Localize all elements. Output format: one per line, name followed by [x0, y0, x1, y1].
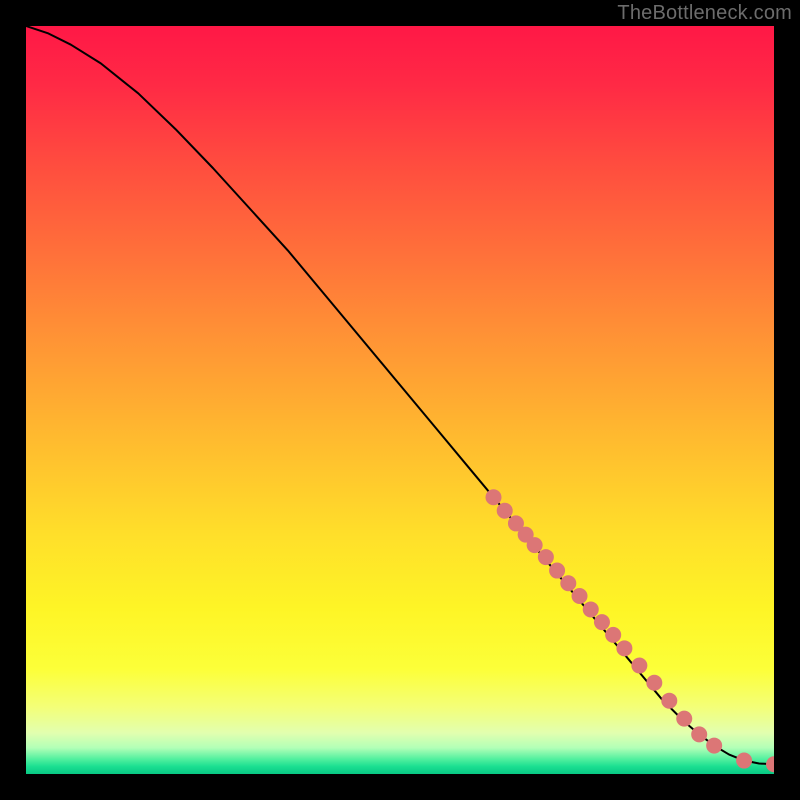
plot-area: [26, 26, 774, 774]
marker-point: [486, 489, 502, 505]
marker-point: [594, 614, 610, 630]
marker-point: [676, 711, 692, 727]
marker-point: [527, 537, 543, 553]
marker-point: [605, 627, 621, 643]
marker-point: [549, 563, 565, 579]
marker-point: [538, 549, 554, 565]
marker-point: [646, 675, 662, 691]
marker-point: [583, 601, 599, 617]
marker-point: [616, 640, 632, 656]
chart-frame: TheBottleneck.com: [0, 0, 800, 800]
marker-point: [572, 588, 588, 604]
watermark-label: TheBottleneck.com: [617, 2, 792, 25]
marker-point: [560, 575, 576, 591]
gradient-background: [26, 26, 774, 774]
marker-point: [736, 753, 752, 769]
marker-point: [706, 738, 722, 754]
marker-point: [497, 503, 513, 519]
marker-point: [661, 693, 677, 709]
marker-point: [691, 726, 707, 742]
plot-svg: [26, 26, 774, 774]
marker-point: [631, 658, 647, 674]
